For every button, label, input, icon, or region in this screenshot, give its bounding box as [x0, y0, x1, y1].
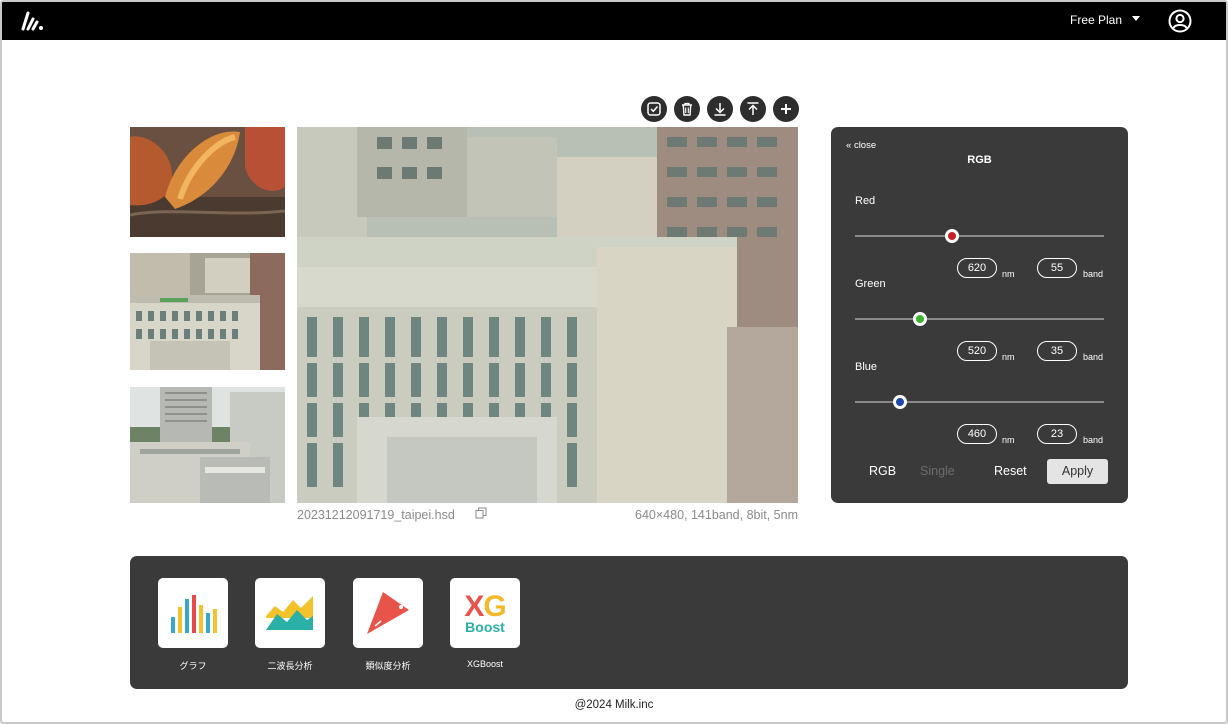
milk-logo-icon[interactable] [20, 9, 46, 33]
app-xgboost-tile[interactable]: XG Boost [450, 578, 520, 648]
app-two-wavelength-label: 二波長分析 [267, 661, 313, 671]
upload-button[interactable] [740, 96, 766, 122]
account-circle-icon[interactable] [1168, 9, 1192, 33]
xgboost-logo-boost: Boost [465, 619, 505, 635]
app-xgboost[interactable]: XG Boost XGBoost [450, 578, 520, 669]
caret-down-icon[interactable] [1132, 16, 1140, 21]
green-slider-track[interactable] [855, 312, 1104, 326]
xgboost-logo-icon: XG Boost [464, 592, 506, 635]
analysis-tools-panel: グラフ 二波長分析 類似度分析 XG Boost XGBoost [130, 556, 1128, 689]
thumbnail-bananas[interactable] [130, 127, 285, 237]
red-slider-handle[interactable] [945, 229, 960, 243]
plan-menu[interactable]: Free Plan [1070, 13, 1122, 27]
panel-title: RGB [967, 154, 992, 166]
app-two-wavelength-tile[interactable] [255, 578, 325, 648]
mode-single-button[interactable]: Single [920, 464, 955, 478]
top-bar: Free Plan [2, 2, 1226, 40]
area-chart-icon [266, 596, 313, 630]
green-band-input[interactable]: 35 [1037, 341, 1077, 361]
upload-icon [747, 102, 759, 115]
blue-slider-track[interactable] [855, 395, 1104, 409]
add-button[interactable] [773, 96, 799, 122]
red-nm-input[interactable]: 620 [957, 258, 997, 278]
green-nm-input[interactable]: 520 [957, 341, 997, 361]
blue-band-unit: band [1083, 435, 1104, 445]
bananas-thumbnail-image [130, 127, 285, 237]
green-nm-unit: nm [1002, 352, 1015, 362]
thumbnail-city[interactable] [130, 387, 285, 503]
delete-button[interactable] [674, 96, 700, 122]
thumbnail-building[interactable] [130, 253, 285, 370]
mode-rgb-button[interactable]: RGB [869, 464, 896, 478]
apply-button[interactable]: Apply [1047, 459, 1108, 484]
image-metadata: 640×480, 141band, 8bit, 5nm [635, 508, 798, 522]
close-panel-button[interactable]: « close [846, 140, 876, 151]
app-similarity-tile[interactable] [353, 578, 423, 648]
red-band-unit: band [1083, 269, 1104, 279]
red-band-input[interactable]: 55 [1037, 258, 1077, 278]
green-label: Green [855, 278, 886, 290]
city-thumbnail-image [130, 387, 285, 503]
download-button[interactable] [707, 96, 733, 122]
app-graph-tile[interactable] [158, 578, 228, 648]
app-similarity[interactable]: 類似度分析 [353, 578, 423, 672]
taipei-building-image [297, 127, 798, 503]
bar-chart-icon [171, 595, 217, 633]
copy-icon[interactable] [475, 507, 487, 519]
app-graph-label: グラフ [179, 661, 207, 671]
select-all-button[interactable] [641, 96, 667, 122]
footer-copyright: @2024 Milk.inc [574, 699, 654, 711]
blue-label: Blue [855, 361, 878, 373]
red-nm-unit: nm [1002, 269, 1015, 279]
blue-nm-unit: nm [1002, 435, 1015, 445]
blue-slider-handle[interactable] [892, 395, 907, 409]
double-chevron-left-icon: « [846, 140, 852, 151]
app-graph[interactable]: グラフ [158, 578, 228, 672]
rgb-panel: « close RGB Red 620 nm 55 band Green 520… [831, 127, 1128, 503]
blue-band-input[interactable]: 23 [1037, 424, 1077, 444]
add-icon [781, 104, 791, 114]
building-thumbnail-image [130, 253, 285, 370]
red-label: Red [855, 195, 876, 207]
blue-nm-input[interactable]: 460 [957, 424, 997, 444]
main-image-viewer[interactable] [297, 127, 798, 503]
reset-button[interactable]: Reset [994, 464, 1027, 478]
select-all-icon [647, 102, 661, 116]
red-slider-track[interactable] [855, 229, 1104, 243]
green-band-unit: band [1083, 352, 1104, 362]
file-name: 20231212091719_taipei.hsd [297, 508, 455, 522]
app-xgboost-label: XGBoost [466, 659, 504, 669]
download-icon [714, 103, 726, 116]
similarity-pennant-icon [367, 592, 409, 634]
trash-icon [682, 102, 692, 116]
app-two-wavelength[interactable]: 二波長分析 [255, 578, 325, 672]
app-similarity-label: 類似度分析 [365, 661, 411, 671]
green-slider-handle[interactable] [912, 312, 927, 326]
close-label: close [853, 140, 877, 151]
